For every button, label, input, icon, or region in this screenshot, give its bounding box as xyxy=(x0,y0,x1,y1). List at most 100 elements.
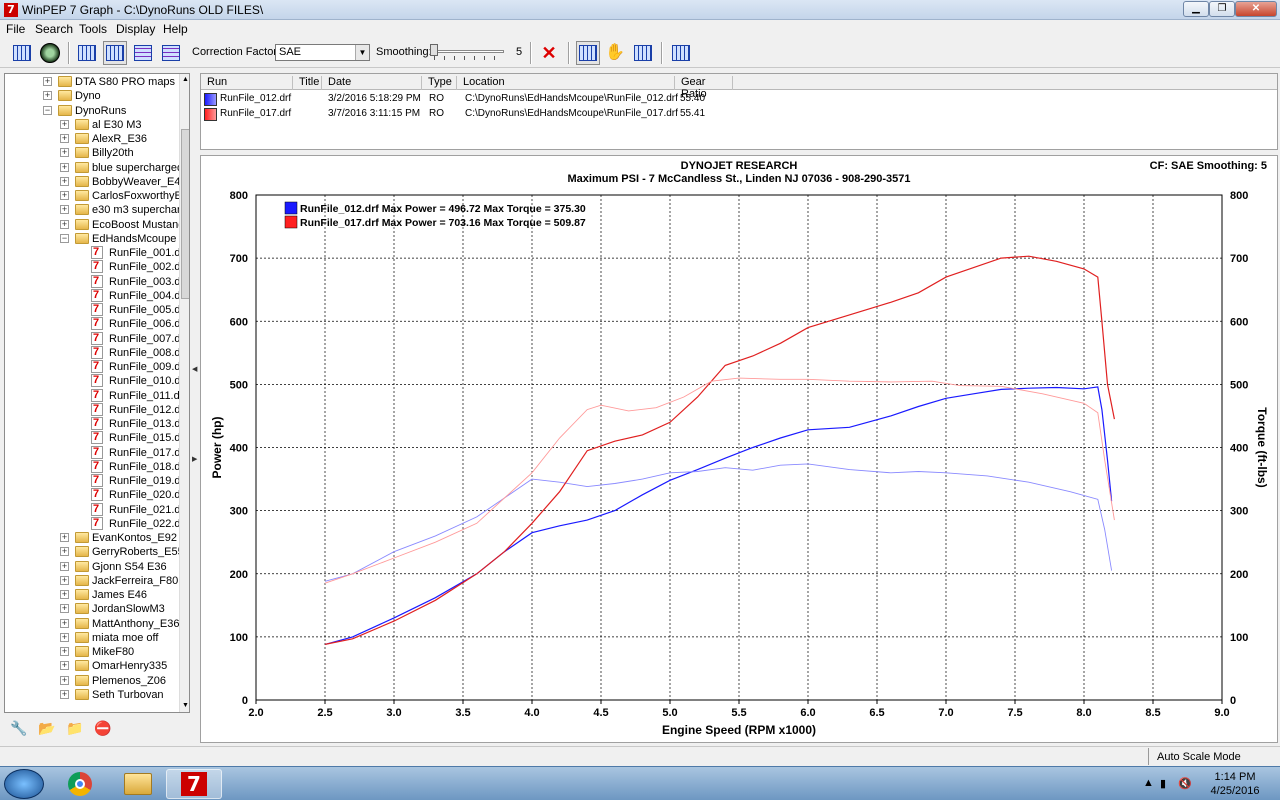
expand-icon[interactable]: + xyxy=(43,77,52,86)
delete-run-icon[interactable]: ⛔ xyxy=(92,717,114,739)
tree-file-item[interactable]: RunFile_018.drf xyxy=(5,459,187,474)
col-type[interactable]: Type xyxy=(422,76,457,90)
tree-folder-item[interactable]: + JordanSlowM3 xyxy=(5,602,177,616)
tree-file-item[interactable]: RunFile_019.drf xyxy=(5,473,187,488)
dyno-chart[interactable]: DYNOJET RESEARCH Maximum PSI - 7 McCandl… xyxy=(201,156,1277,742)
tree-folder-item[interactable]: + Dyno xyxy=(5,89,177,103)
collapse-icon[interactable]: − xyxy=(60,233,69,243)
tree-folder-item[interactable]: + JackFerreira_F80 xyxy=(5,574,178,588)
tree-file-item[interactable]: RunFile_022.drf xyxy=(5,516,187,531)
expand-icon[interactable]: + xyxy=(60,661,69,671)
expand-icon[interactable]: + xyxy=(60,148,69,158)
table-row[interactable]: RunFile_012.drf 3/2/2016 5:18:29 PM RO C… xyxy=(201,92,1277,107)
expand-icon[interactable]: + xyxy=(43,91,52,101)
tree-folder-item[interactable]: + Billy20th xyxy=(5,146,177,160)
tree-file-item[interactable]: RunFile_002.drf xyxy=(5,259,187,274)
gauge-button[interactable] xyxy=(38,41,62,65)
smoothing-slider[interactable] xyxy=(430,44,508,62)
taskbar-clock[interactable]: 1:14 PM 4/25/2016 xyxy=(1200,770,1270,798)
tree-folder-item[interactable]: + James E46 xyxy=(5,588,177,602)
scroll-down-icon[interactable]: ▼ xyxy=(180,700,189,712)
expand-right-icon[interactable]: ▶ xyxy=(192,455,200,463)
tree-file-item[interactable]: RunFile_011.drf xyxy=(5,388,186,403)
chevron-down-icon[interactable]: ▼ xyxy=(355,45,369,60)
menu-display[interactable]: Display xyxy=(116,22,155,36)
col-title[interactable]: Title xyxy=(293,76,322,90)
network-icon[interactable]: ▮ xyxy=(1160,777,1166,790)
tree-folder-item[interactable]: + OmarHenry335 xyxy=(5,659,177,673)
tree-file-item[interactable]: RunFile_021.drf xyxy=(5,502,187,517)
tree-file-item[interactable]: RunFile_003.drf xyxy=(5,274,187,289)
expand-icon[interactable]: + xyxy=(60,575,69,585)
expand-icon[interactable]: + xyxy=(60,604,69,614)
tree-folder-item[interactable]: + GerryRoberts_E55 xyxy=(5,545,184,559)
close-button[interactable]: ✕ xyxy=(1235,1,1277,17)
chrome-taskbar-button[interactable] xyxy=(52,769,108,799)
tree-folder-item[interactable]: − EdHandsMcoupe xyxy=(5,232,177,246)
graph-torque-button[interactable] xyxy=(103,41,127,65)
collapse-left-icon[interactable]: ◀ xyxy=(192,365,200,373)
grid-view-button[interactable] xyxy=(10,41,34,65)
tree-folder-item[interactable]: + Plemenos_Z06 xyxy=(5,674,177,688)
tree-file-item[interactable]: RunFile_010.drf xyxy=(5,373,187,388)
correction-factor-select[interactable]: SAE ▼ xyxy=(275,44,370,61)
expand-icon[interactable]: + xyxy=(60,675,69,685)
dyno-graph[interactable]: DYNOJET RESEARCH Maximum PSI - 7 McCandl… xyxy=(200,155,1278,743)
tree-folder-item[interactable]: + Gjonn S54 E36 xyxy=(5,560,177,574)
tree-file-item[interactable]: RunFile_015.drf xyxy=(5,430,187,445)
col-run[interactable]: Run xyxy=(201,76,293,90)
table-row[interactable]: RunFile_017.drf 3/7/2016 3:11:15 PM RO C… xyxy=(201,107,1277,122)
minimize-button[interactable]: ▁ xyxy=(1183,1,1209,17)
tree-folder-item[interactable]: + Seth Turbovan xyxy=(5,688,177,702)
expand-icon[interactable]: + xyxy=(60,119,69,129)
file-tree[interactable]: + DTA S80 PRO maps + Dyno − DynoRuns + al E30 M… xyxy=(4,73,190,713)
tree-file-item[interactable]: RunFile_009.drf xyxy=(5,359,187,374)
crosshair-button[interactable] xyxy=(669,41,693,65)
expand-icon[interactable]: + xyxy=(60,176,69,186)
tree-file-item[interactable]: RunFile_005.drf xyxy=(5,302,187,317)
menu-tools[interactable]: Tools xyxy=(79,22,107,36)
graph-afr-button[interactable] xyxy=(131,41,155,65)
winpep-taskbar-button[interactable]: 7 xyxy=(166,769,222,799)
properties-icon[interactable]: 🔧 xyxy=(8,717,30,739)
expand-icon[interactable]: + xyxy=(60,191,69,200)
tree-folder-item[interactable]: + e30 m3 supercharge xyxy=(5,203,189,217)
expand-icon[interactable]: + xyxy=(60,590,69,599)
tree-folder-item[interactable]: + DTA S80 PRO maps xyxy=(5,75,177,89)
menu-help[interactable]: Help xyxy=(163,22,188,36)
expand-icon[interactable]: + xyxy=(60,533,69,542)
new-folder-icon[interactable]: 📁 xyxy=(64,717,86,739)
graph-boost-button[interactable] xyxy=(159,41,183,65)
expand-icon[interactable]: + xyxy=(60,632,69,642)
expand-icon[interactable]: + xyxy=(60,547,69,557)
graph-power-button[interactable] xyxy=(75,41,99,65)
tree-folder-item[interactable]: + MattAnthony_E36 xyxy=(5,617,179,631)
expand-icon[interactable]: + xyxy=(60,618,69,628)
tree-folder-item[interactable]: + miata moe off xyxy=(5,631,177,645)
expand-icon[interactable]: + xyxy=(60,134,69,143)
tree-file-item[interactable]: RunFile_012.drf xyxy=(5,402,187,417)
menu-file[interactable]: File xyxy=(6,22,25,36)
open-run-icon[interactable]: 📂 xyxy=(36,717,58,739)
expand-icon[interactable]: + xyxy=(60,219,69,229)
col-location[interactable]: Location xyxy=(457,76,675,90)
volume-muted-icon[interactable]: 🔇 xyxy=(1178,777,1192,790)
scroll-thumb[interactable] xyxy=(181,129,189,299)
tree-folder-item[interactable]: + al E30 M3 xyxy=(5,118,177,132)
col-gear-ratio[interactable]: Gear Ratio xyxy=(675,76,733,100)
tree-folder-item[interactable]: + CarlosFoxworthyE46 xyxy=(5,189,189,203)
explorer-taskbar-button[interactable] xyxy=(110,769,166,799)
expand-icon[interactable]: + xyxy=(60,205,69,215)
tree-file-item[interactable]: RunFile_004.drf xyxy=(5,288,187,303)
run-color-swatch[interactable] xyxy=(204,108,217,121)
clear-graph-button[interactable]: ✕ xyxy=(537,41,561,65)
tree-folder-item[interactable]: + BobbyWeaver_E46 xyxy=(5,175,187,189)
pan-button[interactable]: ✋ xyxy=(603,41,627,65)
expand-icon[interactable]: + xyxy=(60,689,69,699)
tree-folder-item[interactable]: − DynoRuns xyxy=(5,104,177,118)
tree-folder-item[interactable]: + blue supercharged c xyxy=(5,161,189,175)
tree-file-item[interactable]: RunFile_020.drf xyxy=(5,487,187,502)
tree-file-item[interactable]: RunFile_013.drf xyxy=(5,416,187,431)
tree-folder-item[interactable]: + EvanKontos_E92 xyxy=(5,531,177,545)
tree-file-item[interactable]: RunFile_006.drf xyxy=(5,316,187,331)
